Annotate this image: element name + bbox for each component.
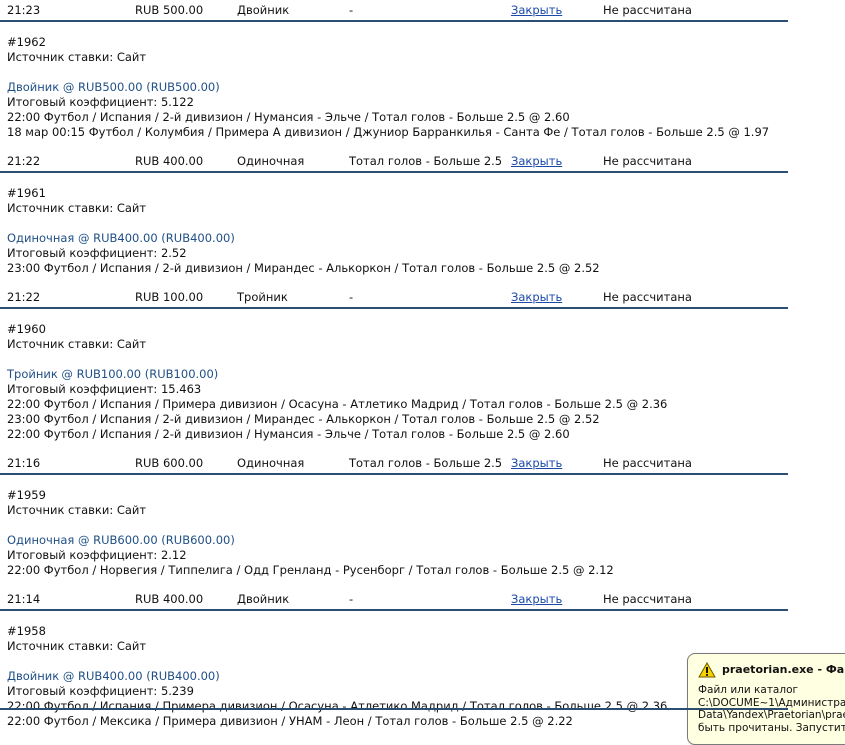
bet-market: -	[349, 3, 354, 17]
bet-details: #1960 Источник ставки: Сайт Тройник @ RUB1…	[0, 309, 788, 451]
bet-selection: 22:00 Футбол / Испания / 2-й дивизион / …	[7, 427, 570, 441]
bet-selection: 22:00 Футбол / Норвегия / Типпелига / Од…	[7, 563, 614, 577]
bet-time: 21:16	[7, 456, 41, 470]
bet-total-coefficient: Итоговый коэффициент: 2.52	[7, 246, 187, 260]
bet-title: Тройник @ RUB100.00 (RUB100.00)	[7, 367, 219, 381]
bet-block: 21:16 RUB 600.00 Одиночная Тотал голов - Бо…	[0, 451, 788, 587]
bet-id: #1959	[7, 488, 46, 502]
bet-market: -	[349, 290, 354, 304]
close-bet-link[interactable]: Закрыть	[511, 154, 562, 168]
bet-details: #1961 Источник ставки: Сайт Одиночная @ RU…	[0, 173, 788, 285]
bet-source: Источник ставки: Сайт	[7, 337, 147, 351]
bet-details: #1959 Источник ставки: Сайт Одиночная @ RU…	[0, 475, 788, 587]
bet-amount: RUB 400.00	[135, 592, 204, 606]
bet-selection: 22:00 Футбол / Мексика / Примера дивизио…	[7, 714, 573, 728]
warning-icon	[698, 661, 716, 681]
balloon-line: Файл или каталог	[698, 684, 799, 696]
bet-status: Не рассчитана	[603, 592, 692, 606]
bet-type: Двойник	[237, 3, 290, 17]
close-bet-link[interactable]: Закрыть	[511, 3, 562, 17]
bet-amount: RUB 600.00	[135, 456, 204, 470]
bet-title: Двойник @ RUB500.00 (RUB500.00)	[7, 80, 220, 94]
bet-market: -	[349, 592, 354, 606]
bottom-separator	[0, 708, 788, 710]
bet-header-row: 21:23 RUB 500.00 Двойник - Закрыть Не рассчит…	[0, 0, 788, 22]
bet-time: 21:22	[7, 154, 41, 168]
bet-source: Источник ставки: Сайт	[7, 201, 147, 215]
bet-selection: 22:00 Футбол / Испания / Примера дивизио…	[7, 699, 668, 713]
bet-header-row: 21:14 RUB 400.00 Двойник - Закрыть Не рассчит…	[0, 587, 788, 611]
bet-block: 21:23 RUB 500.00 Двойник - Закрыть Не рассчит…	[0, 0, 788, 149]
bet-total-coefficient: Итоговый коэффициент: 5.122	[7, 95, 194, 109]
bet-market: Тотал голов - Больше 2.5	[349, 456, 503, 470]
bet-block: 21:22 RUB 400.00 Одиночная Тотал голов - Бо…	[0, 149, 788, 285]
bet-status: Не рассчитана	[603, 290, 692, 304]
bet-header-row: 21:22 RUB 100.00 Тройник - Закрыть Не рассчит…	[0, 285, 788, 309]
bet-details: #1962 Источник ставки: Сайт Двойник @ RUB5…	[0, 22, 788, 149]
bet-title: Одиночная @ RUB400.00 (RUB400.00)	[7, 231, 235, 245]
bet-type: Двойник	[237, 592, 290, 606]
bet-status: Не рассчитана	[603, 3, 692, 17]
bet-market: Тотал голов - Больше 2.5	[349, 154, 503, 168]
bet-header-row: 21:22 RUB 400.00 Одиночная Тотал голов - Бо…	[0, 149, 788, 173]
bet-source: Источник ставки: Сайт	[7, 50, 147, 64]
bet-id: #1960	[7, 322, 46, 336]
bet-block: 21:22 RUB 100.00 Тройник - Закрыть Не рассчит…	[0, 285, 788, 451]
bet-selection: 22:00 Футбол / Испания / 2-й дивизион / …	[7, 110, 570, 124]
close-bet-link[interactable]: Закрыть	[511, 290, 562, 304]
bet-amount: RUB 100.00	[135, 290, 204, 304]
bet-total-coefficient: Итоговый коэффициент: 5.239	[7, 684, 194, 698]
bet-title: Одиночная @ RUB600.00 (RUB600.00)	[7, 533, 235, 547]
bet-type: Одиночная	[237, 154, 305, 168]
bet-id: #1962	[7, 35, 46, 49]
bet-source: Источник ставки: Сайт	[7, 503, 147, 517]
close-bet-link[interactable]: Закрыть	[511, 592, 562, 606]
bet-total-coefficient: Итоговый коэффициент: 15.463	[7, 382, 202, 396]
error-balloon[interactable]: praetorian.exe - Файл Файл или каталог C…	[687, 653, 845, 745]
bet-header-row: 21:16 RUB 600.00 Одиночная Тотал голов - Бо…	[0, 451, 788, 475]
bet-selection: 23:00 Футбол / Испания / 2-й дивизион / …	[7, 261, 600, 275]
bet-title: Двойник @ RUB400.00 (RUB400.00)	[7, 669, 220, 683]
bet-selection: 23:00 Футбол / Испания / 2-й дивизион / …	[7, 412, 600, 426]
close-bet-link[interactable]: Закрыть	[511, 456, 562, 470]
bet-status: Не рассчитана	[603, 456, 692, 470]
bet-time: 21:22	[7, 290, 41, 304]
bet-time: 21:14	[7, 592, 41, 606]
bet-total-coefficient: Итоговый коэффициент: 2.12	[7, 548, 187, 562]
bet-id: #1958	[7, 624, 46, 638]
balloon-title: praetorian.exe - Файл	[722, 663, 845, 676]
balloon-line: Data\Yandex\Praetorian\praet	[698, 709, 845, 721]
bet-id: #1961	[7, 186, 46, 200]
bet-amount: RUB 400.00	[135, 154, 204, 168]
bet-selection: 22:00 Футбол / Испания / Примера дивизио…	[7, 397, 668, 411]
bets-list: 21:23 RUB 500.00 Двойник - Закрыть Не рассчит…	[0, 0, 788, 738]
bet-type: Одиночная	[237, 456, 305, 470]
bet-time: 21:23	[7, 3, 41, 17]
bet-selection: 18 мар 00:15 Футбол / Колумбия / Примера…	[7, 125, 770, 139]
bet-details: #1958 Источник ставки: Сайт Двойник @ RUB4…	[0, 611, 788, 738]
bet-type: Тройник	[237, 290, 288, 304]
bet-block: 21:14 RUB 400.00 Двойник - Закрыть Не рассчит…	[0, 587, 788, 738]
bet-amount: RUB 500.00	[135, 3, 204, 17]
bet-status: Не рассчитана	[603, 154, 692, 168]
bet-source: Источник ставки: Сайт	[7, 639, 147, 653]
